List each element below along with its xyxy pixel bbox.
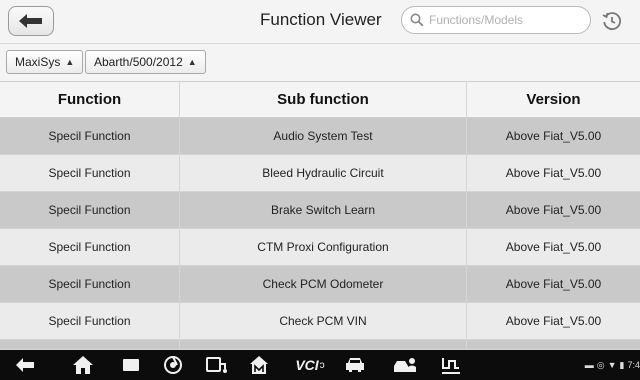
settings-status-icon: ◎ — [596, 359, 605, 370]
cell-sub-function: Bleed Hydraulic Circuit — [180, 155, 467, 191]
wifi-icon: ▼ — [607, 360, 617, 370]
clock: 7:4 — [627, 360, 640, 370]
cell-function: Specil Function — [0, 192, 180, 228]
table-row[interactable]: Specil Function Check PCM Odometer Above… — [0, 266, 640, 303]
cell-version: Above Fiat_V5.00 — [505, 277, 602, 291]
cell-version: Above Fiat_V5.00 — [505, 203, 602, 217]
page-title: Function Viewer — [260, 10, 382, 29]
table-row-partial[interactable] — [0, 340, 640, 350]
table-row[interactable]: Specil Function Bleed Hydraulic Circuit … — [0, 155, 640, 192]
recent-apps-icon[interactable] — [118, 353, 144, 377]
breadcrumb-label: MaxiSys — [15, 55, 61, 69]
back-icon[interactable] — [12, 353, 38, 377]
battery-icon: ▮ — [619, 359, 625, 370]
cell-version: Above Fiat_V5.00 — [505, 129, 602, 143]
cell-function: Specil Function — [0, 229, 180, 265]
home-icon[interactable] — [70, 353, 96, 377]
cell-function: Specil Function — [0, 118, 180, 154]
triangle-up-icon: ▲ — [65, 57, 75, 67]
back-button[interactable] — [8, 6, 54, 36]
column-header-function[interactable]: Function — [0, 82, 180, 117]
status-area: ▬ ◎ ▼ ▮ 7:4 — [585, 358, 640, 372]
cell-sub-function: Check PCM VIN — [180, 303, 467, 339]
function-table: Function Sub function Version Specil Fun… — [0, 82, 640, 350]
column-header-version[interactable]: Version — [467, 82, 640, 117]
table-header: Function Sub function Version — [0, 82, 640, 118]
cell-version: Above Fiat_V5.00 — [505, 240, 602, 254]
triangle-up-icon: ▲ — [187, 57, 197, 67]
table-row[interactable]: Specil Function Audio System Test Above … — [0, 118, 640, 155]
browser-icon[interactable] — [160, 353, 186, 377]
cell-function: Specil Function — [0, 266, 180, 302]
top-bar: Function Viewer — [0, 0, 640, 44]
table-row[interactable]: Specil Function Brake Switch Learn Above… — [0, 192, 640, 229]
table-row[interactable]: Specil Function CTM Proxi Configuration … — [0, 229, 640, 266]
maxifix-icon[interactable] — [246, 353, 272, 377]
system-nav-bar: VCI ↄ ▬ ◎ ▼ ▮ 7:4 — [0, 350, 640, 380]
cell-empty — [0, 340, 180, 349]
vci-button[interactable]: VCI ↄ — [290, 353, 330, 377]
breadcrumb: MaxiSys ▲ Abarth/500/2012 ▲ — [0, 44, 640, 82]
history-icon — [602, 12, 621, 31]
history-button[interactable] — [600, 9, 624, 33]
breadcrumb-vehicle[interactable]: Abarth/500/2012 ▲ — [85, 50, 206, 74]
vehicle-connect-icon[interactable] — [203, 353, 229, 377]
car-icon[interactable] — [342, 353, 368, 377]
column-header-sub-function[interactable]: Sub function — [180, 82, 467, 117]
breadcrumb-maxisys[interactable]: MaxiSys ▲ — [6, 50, 84, 74]
remote-expert-icon[interactable] — [390, 353, 420, 377]
search-input[interactable] — [429, 13, 579, 27]
cell-empty — [180, 340, 467, 349]
cell-function: Specil Function — [0, 303, 180, 339]
cell-function: Specil Function — [0, 155, 180, 191]
vci-label: VCI — [295, 357, 319, 373]
message-icon: ▬ — [584, 360, 594, 370]
search-box[interactable] — [401, 6, 591, 34]
cell-version: Above Fiat_V5.00 — [505, 166, 602, 180]
cell-version: Above Fiat_V5.00 — [505, 314, 602, 328]
back-arrow-icon — [19, 14, 42, 28]
table-row[interactable]: Specil Function Check PCM VIN Above Fiat… — [0, 303, 640, 340]
cell-sub-function: Audio System Test — [180, 118, 467, 154]
cell-sub-function: Check PCM Odometer — [180, 266, 467, 302]
signal-icon: ↄ — [319, 359, 325, 371]
cell-empty — [467, 340, 640, 349]
oscilloscope-icon[interactable] — [438, 353, 464, 377]
cell-sub-function: Brake Switch Learn — [180, 192, 467, 228]
cell-sub-function: CTM Proxi Configuration — [180, 229, 467, 265]
search-icon — [410, 13, 424, 27]
breadcrumb-label: Abarth/500/2012 — [94, 55, 183, 69]
